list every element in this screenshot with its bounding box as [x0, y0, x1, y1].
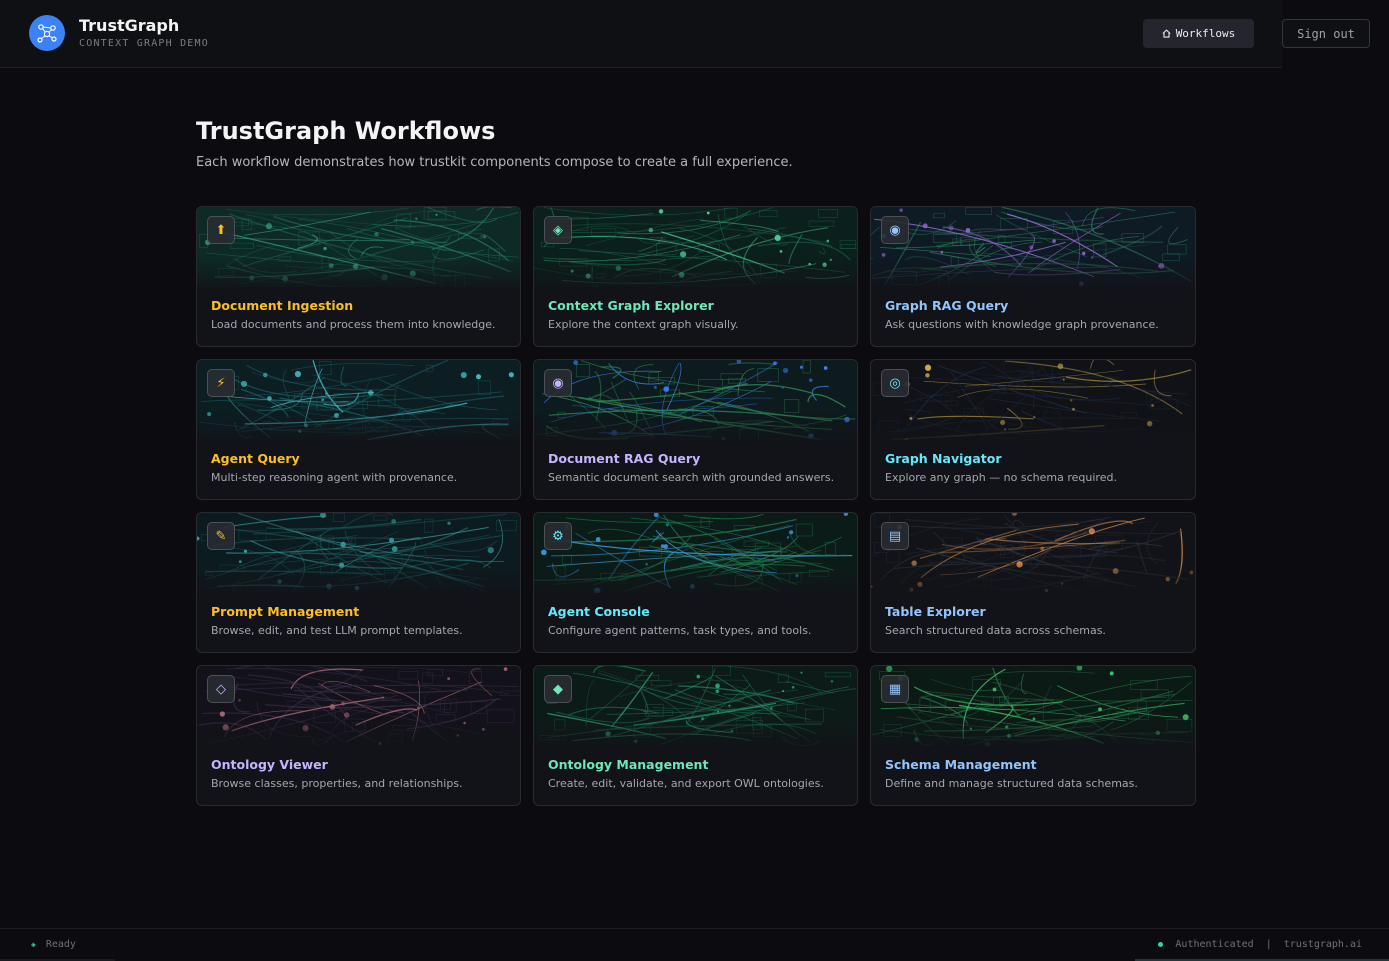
card-thumbnail-art — [197, 513, 520, 593]
workflow-grid: ⬆ Document Ingestion Load documents and pr… — [196, 206, 1196, 806]
pencil-icon: ✎ — [207, 522, 235, 550]
table-icon: ▤ — [881, 522, 909, 550]
card-title: Ontology Management — [548, 757, 709, 772]
card-description: Browse, edit, and test LLM prompt templa… — [211, 624, 463, 637]
card-description: Load documents and process them into kno… — [211, 318, 496, 331]
card-thumbnail — [534, 513, 857, 593]
diamond-outline-icon: ◇ — [207, 675, 235, 703]
workflow-card[interactable]: ⬆ Document Ingestion Load documents and pr… — [196, 206, 521, 347]
card-title: Context Graph Explorer — [548, 298, 714, 313]
card-thumbnail-art — [197, 666, 520, 746]
card-thumbnail-art — [197, 207, 520, 287]
status-indicator-icon: ◈ — [31, 940, 36, 949]
card-description: Search structured data across schemas. — [885, 624, 1106, 637]
target-icon: ◉ — [544, 369, 572, 397]
auth-status-dot-icon — [1158, 942, 1164, 947]
card-description: Ask questions with knowledge graph prove… — [885, 318, 1159, 331]
card-title: Table Explorer — [885, 604, 986, 619]
card-thumbnail-art — [534, 360, 857, 440]
domain-link[interactable]: trustgraph.ai — [1284, 939, 1362, 950]
workflow-card[interactable]: ▤ Table Explorer Search structured data ac… — [870, 512, 1196, 653]
card-thumbnail — [197, 666, 520, 746]
lightning-icon: ⚡ — [207, 369, 235, 397]
card-thumbnail — [197, 513, 520, 593]
workflow-card[interactable]: ◉ Graph RAG Query Ask questions with knowl… — [870, 206, 1196, 347]
card-thumbnail-art — [871, 207, 1195, 287]
workflow-card[interactable]: ◉ Document RAG Query Semantic document sea… — [533, 359, 858, 500]
card-title: Agent Query — [211, 451, 300, 466]
card-title: Graph RAG Query — [885, 298, 1009, 313]
diamond-filled-icon: ◆ — [544, 675, 572, 703]
workflow-card[interactable]: ▦ Schema Management Define and manage stru… — [870, 665, 1196, 806]
card-thumbnail-art — [871, 360, 1195, 440]
card-title: Agent Console — [548, 604, 650, 619]
workflows-button-label: Workflows — [1175, 27, 1236, 40]
target-icon: ◉ — [881, 216, 909, 244]
card-description: Multi-step reasoning agent with provenan… — [211, 471, 458, 484]
card-description: Create, edit, validate, and export OWL o… — [548, 777, 824, 790]
brand-logo-icon[interactable] — [29, 15, 65, 51]
card-thumbnail — [534, 666, 857, 746]
workflow-card[interactable]: ⚡ Agent Query Multi-step reasoning agent w… — [196, 359, 521, 500]
card-thumbnail — [871, 513, 1195, 593]
card-thumbnail — [871, 207, 1195, 287]
card-thumbnail — [534, 207, 857, 287]
card-thumbnail — [871, 360, 1195, 440]
status-separator: | — [1265, 939, 1272, 950]
card-thumbnail-art — [871, 513, 1195, 593]
card-title: Ontology Viewer — [211, 757, 328, 772]
card-title: Prompt Management — [211, 604, 360, 619]
card-description: Define and manage structured data schema… — [885, 777, 1138, 790]
card-title: Document Ingestion — [211, 298, 354, 313]
workflow-card[interactable]: ◈ Context Graph Explorer Explore the conte… — [533, 206, 858, 347]
card-title: Document RAG Query — [548, 451, 701, 466]
card-thumbnail — [197, 207, 520, 287]
card-description: Explore any graph — no schema required. — [885, 471, 1117, 484]
card-thumbnail-art — [534, 513, 857, 593]
compass-icon: ◎ — [881, 369, 909, 397]
diamond-icon: ◈ — [544, 216, 572, 244]
upload-icon: ⬆ — [207, 216, 235, 244]
workflow-card[interactable]: ✎ Prompt Management Browse, edit, and test… — [196, 512, 521, 653]
card-title: Schema Management — [885, 757, 1037, 772]
card-thumbnail — [197, 360, 520, 440]
card-thumbnail — [871, 666, 1195, 746]
status-text: Ready — [45, 939, 76, 950]
grid-icon: ▦ — [881, 675, 909, 703]
card-thumbnail — [534, 360, 857, 440]
app-header: TrustGraph CONTEXT GRAPH DEMO Workflows — [0, 0, 1282, 68]
home-icon — [1162, 29, 1171, 38]
auth-status-text: Authenticated — [1175, 939, 1254, 950]
sign-out-button[interactable]: Sign out — [1282, 19, 1370, 48]
card-description: Semantic document search with grounded a… — [548, 471, 835, 484]
page-subtitle: Each workflow demonstrates how trustkit … — [196, 155, 793, 170]
workflow-card[interactable]: ◇ Ontology Viewer Browse classes, properti… — [196, 665, 521, 806]
workflow-card[interactable]: ◎ Graph Navigator Explore any graph — no s… — [870, 359, 1196, 500]
status-bar: ◈ Ready Authenticated | trustgraph.ai — [0, 928, 1389, 961]
card-thumbnail-art — [534, 666, 857, 746]
brand-title: TrustGraph — [79, 16, 180, 35]
workflows-button[interactable]: Workflows — [1143, 19, 1254, 48]
card-description: Browse classes, properties, and relation… — [211, 777, 463, 790]
card-description: Explore the context graph visually. — [548, 318, 739, 331]
card-thumbnail-art — [534, 207, 857, 287]
gear-icon: ⚙ — [544, 522, 572, 550]
card-description: Configure agent patterns, task types, an… — [548, 624, 812, 637]
card-title: Graph Navigator — [885, 451, 1002, 466]
card-thumbnail-art — [871, 666, 1195, 746]
workflow-card[interactable]: ◆ Ontology Management Create, edit, valida… — [533, 665, 858, 806]
workflow-card[interactable]: ⚙ Agent Console Configure agent patterns, … — [533, 512, 858, 653]
card-thumbnail-art — [197, 360, 520, 440]
brand-subtitle: CONTEXT GRAPH DEMO — [79, 38, 209, 49]
page-title: TrustGraph Workflows — [196, 117, 496, 145]
